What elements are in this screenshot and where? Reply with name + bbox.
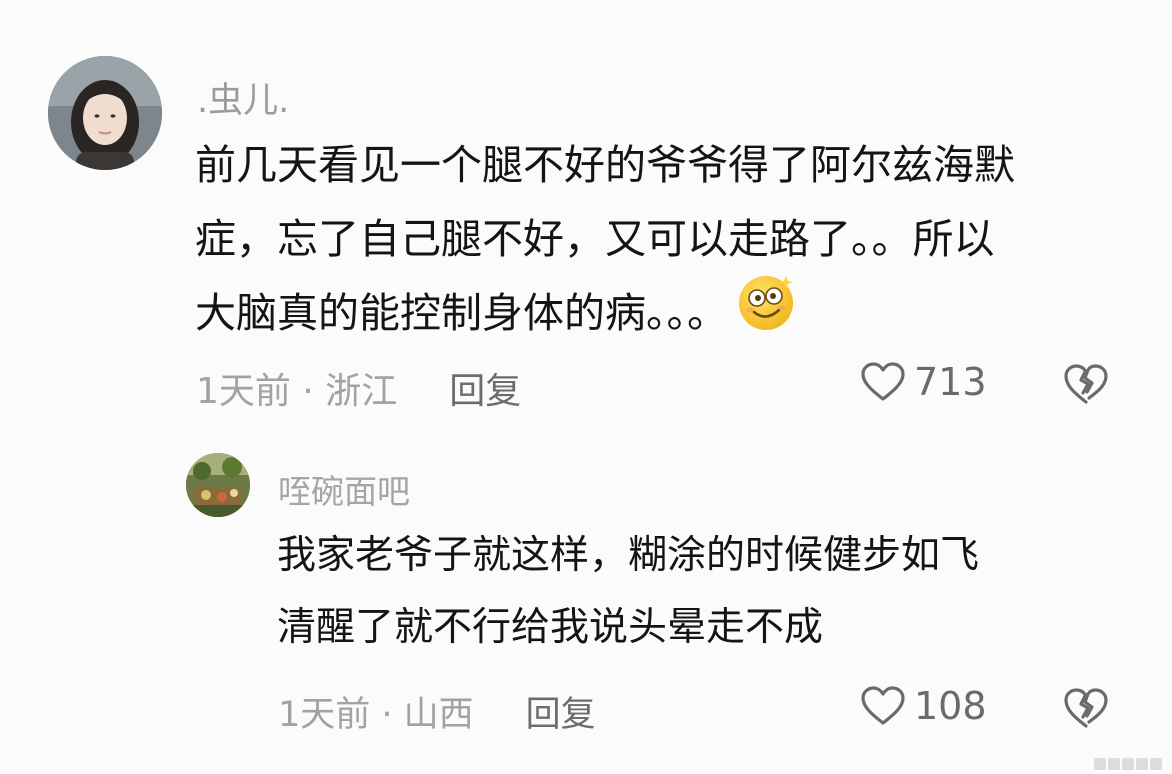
comment-meta: 1天前 · 山西 回复 [278,686,596,737]
heart-icon [861,686,905,725]
watermark-logo [1094,758,1162,770]
watermark-block [1094,758,1106,770]
reply-comment-item: 咥碗面吧 我家老爷子就这样，糊涂的时候健步如飞 清醒了就不行给我说头晕走不成 1… [0,0,1172,774]
like-count: 108 [914,684,987,728]
watermark-block [1108,758,1120,770]
watermark-block [1150,758,1162,770]
reply-button[interactable]: 回复 [526,695,596,735]
dislike-button[interactable] [1062,686,1110,734]
avatar[interactable] [186,453,250,517]
watermark-block [1136,758,1148,770]
comment-text-line: 清醒了就不行给我说头晕走不成 [277,605,824,650]
time-location: 1天前 · 山西 [278,695,474,735]
comment-text-line: 我家老爷子就这样，糊涂的时候健步如飞 [277,533,980,578]
username[interactable]: 咥碗面吧 [278,465,410,513]
like-button[interactable]: 108 [860,684,987,728]
comment-text: 我家老爷子就这样，糊涂的时候健步如飞 清醒了就不行给我说头晕走不成 [277,520,979,664]
avatar-photo [186,453,250,517]
watermark-block [1122,758,1134,770]
broken-heart-icon [1064,688,1108,728]
